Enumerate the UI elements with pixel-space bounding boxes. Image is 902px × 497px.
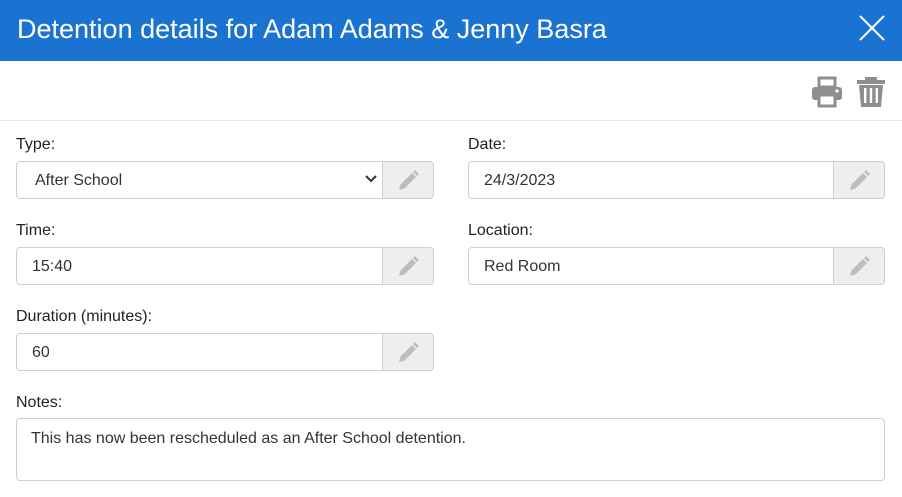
dialog-toolbar	[0, 61, 902, 121]
duration-value: 60	[32, 344, 50, 361]
pencil-icon	[399, 170, 419, 190]
time-field[interactable]: 15:40	[16, 247, 434, 285]
pencil-icon	[850, 256, 870, 276]
dialog-title: Detention details for Adam Adams & Jenny…	[17, 14, 607, 44]
pencil-icon	[399, 256, 419, 276]
date-label: Date:	[468, 136, 507, 153]
notes-value: This has now been rescheduled as an Afte…	[31, 430, 466, 447]
close-icon	[859, 15, 885, 41]
duration-label: Duration (minutes):	[16, 308, 153, 325]
pencil-icon	[399, 342, 419, 362]
print-button[interactable]	[810, 75, 844, 109]
notes-textarea[interactable]: This has now been rescheduled as an Afte…	[16, 418, 885, 481]
notes-label: Notes:	[16, 394, 63, 411]
location-edit-button[interactable]	[833, 248, 884, 284]
type-value: After School	[35, 172, 123, 189]
time-edit-button[interactable]	[382, 248, 433, 284]
chevron-down-icon	[365, 175, 377, 183]
detention-details-dialog: Detention details for Adam Adams & Jenny…	[0, 0, 902, 497]
location-value: Red Room	[484, 258, 561, 275]
delete-button[interactable]	[854, 75, 888, 109]
date-value: 24/3/2023	[484, 172, 556, 189]
trash-icon	[857, 77, 885, 107]
dialog-header: Detention details for Adam Adams & Jenny…	[0, 0, 902, 61]
time-value: 15:40	[32, 258, 73, 275]
date-edit-button[interactable]	[833, 162, 884, 198]
print-icon	[812, 76, 842, 108]
type-select[interactable]: After School	[16, 161, 434, 199]
duration-edit-button[interactable]	[382, 334, 433, 370]
type-label: Type:	[16, 136, 56, 153]
location-field[interactable]: Red Room	[468, 247, 885, 285]
pencil-icon	[850, 170, 870, 190]
time-label: Time:	[16, 222, 56, 239]
type-edit-button[interactable]	[382, 162, 433, 198]
date-field[interactable]: 24/3/2023	[468, 161, 885, 199]
close-button[interactable]	[857, 13, 887, 43]
duration-field[interactable]: 60	[16, 333, 434, 371]
location-label: Location:	[468, 222, 533, 239]
